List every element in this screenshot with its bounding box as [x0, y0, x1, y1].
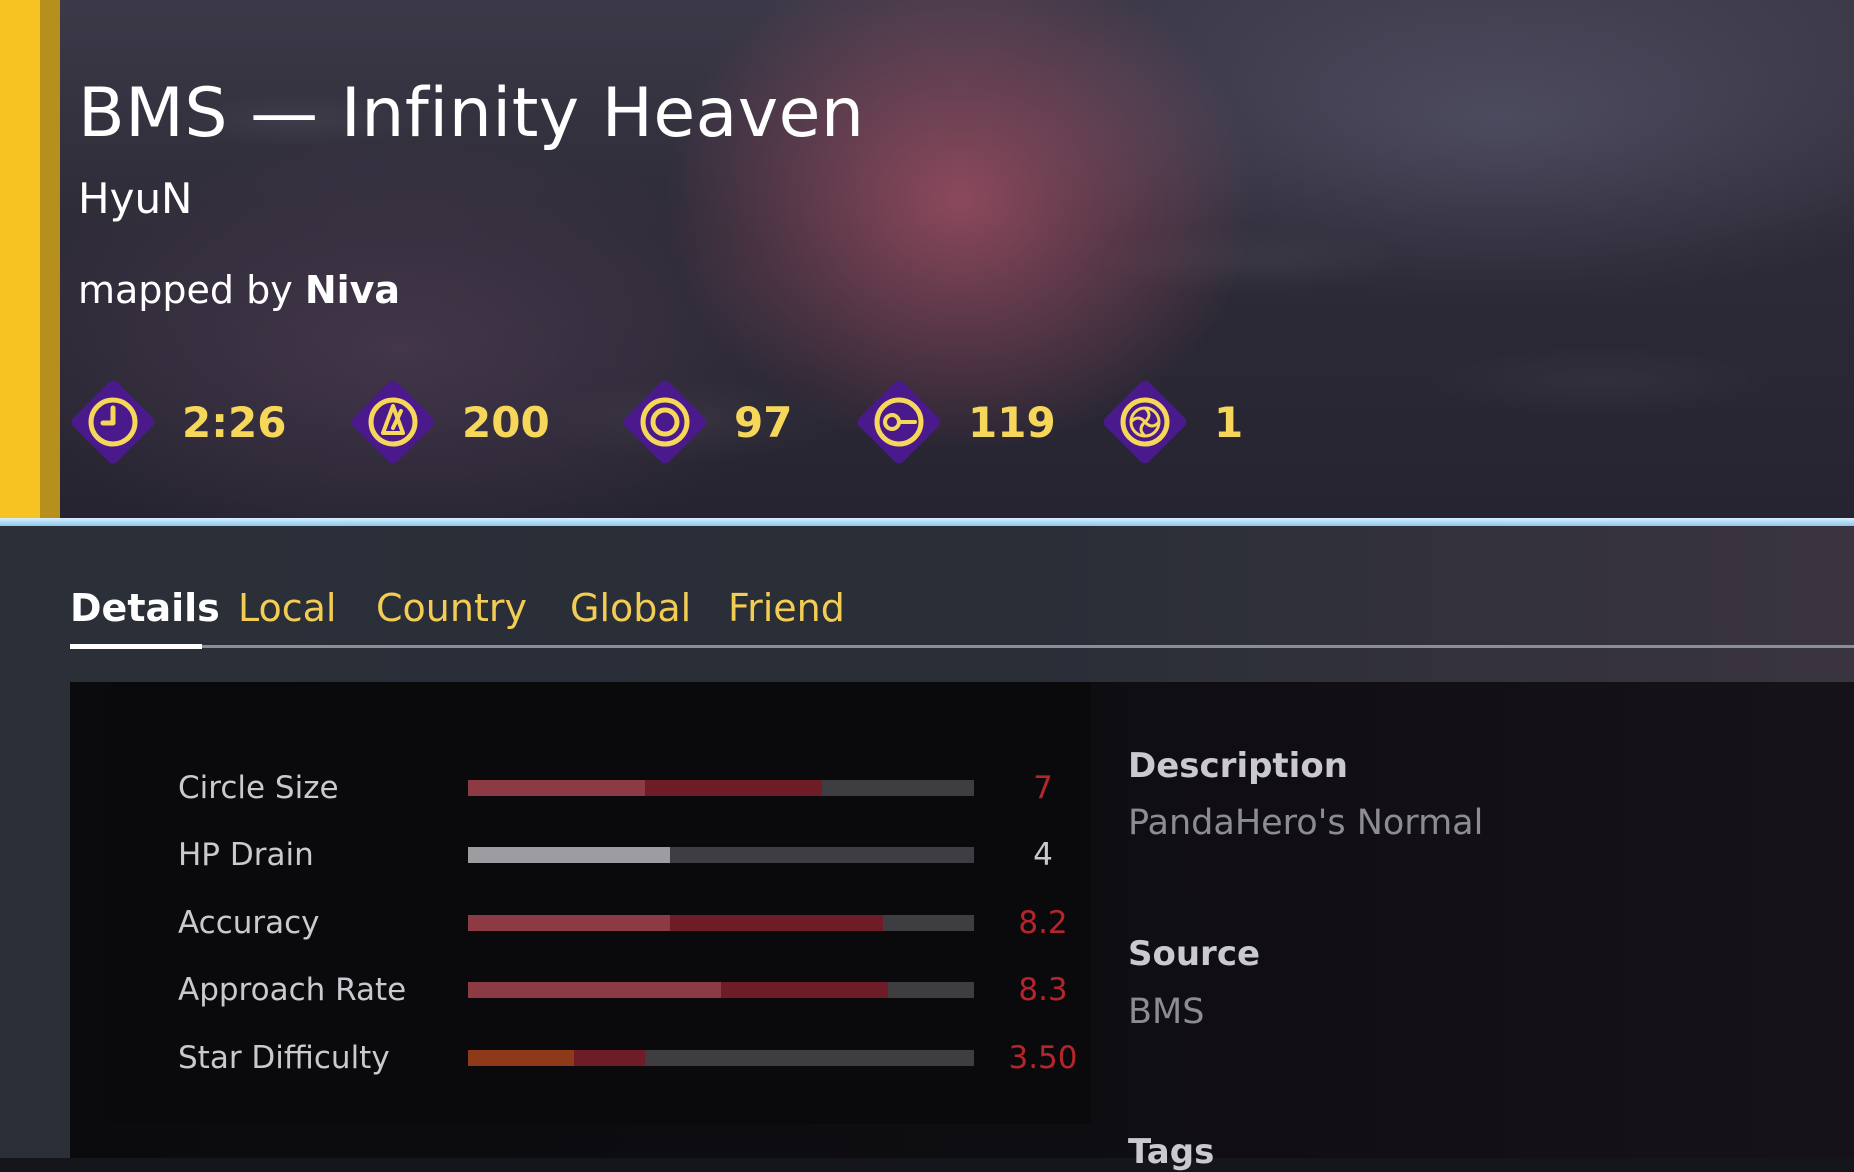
active-tab-underline — [70, 644, 202, 649]
star-difficulty-label: Star Difficulty — [178, 1040, 390, 1076]
tab-details[interactable]: Details — [70, 586, 220, 630]
stat-slider-count: 119 — [852, 375, 1056, 469]
stat-row-accuracy: Accuracy 8.2 — [178, 905, 1078, 945]
tags-label: Tags — [1128, 1132, 1215, 1172]
accuracy-label: Accuracy — [178, 905, 320, 941]
difficulty-accent-shade — [40, 0, 60, 520]
hp-drain-value: 4 — [1033, 837, 1053, 873]
details-panel: Circle Size 7 HP Drain 4 Accuracy 8.2 Ap… — [70, 682, 1854, 1172]
hp-drain-bar-fill — [468, 847, 671, 863]
tabs-baseline — [70, 645, 1854, 648]
tab-global[interactable]: Global — [570, 586, 691, 630]
source-label: Source — [1128, 934, 1261, 974]
difficulty-accent-bar — [0, 0, 40, 520]
spinner-count-icon — [1103, 380, 1187, 464]
star-difficulty-bar — [468, 1050, 974, 1066]
stat-row-approach-rate: Approach Rate 8.3 — [178, 972, 1078, 1012]
source-value: BMS — [1128, 992, 1205, 1032]
beatmap-mapper-line: mapped by Niva — [78, 268, 400, 312]
tab-friend[interactable]: Friend — [728, 586, 845, 630]
approach-rate-bar — [468, 982, 974, 998]
hp-drain-label: HP Drain — [178, 837, 314, 873]
beatmap-title: BMS — Infinity Heaven — [78, 74, 865, 153]
star-difficulty-bar-base — [468, 1050, 575, 1066]
stat-row-star-difficulty: Star Difficulty 3.50 — [178, 1040, 1078, 1080]
tab-country[interactable]: Country — [376, 586, 527, 630]
circle-size-bar-base — [468, 780, 646, 796]
slider-count-icon — [857, 380, 941, 464]
stat-spinner-count: 1 — [1098, 375, 1243, 469]
beatmap-artist: HyuN — [78, 174, 193, 223]
hp-drain-bar — [468, 847, 974, 863]
accuracy-value: 8.2 — [1018, 905, 1068, 941]
stat-circle-count: 97 — [618, 375, 792, 469]
circle-size-bar — [468, 780, 974, 796]
clock-icon — [71, 380, 155, 464]
stat-bpm-value: 200 — [462, 397, 550, 447]
description-label: Description — [1128, 746, 1348, 786]
tab-local[interactable]: Local — [238, 586, 337, 630]
bpm-metronome-icon — [351, 380, 435, 464]
circle-size-label: Circle Size — [178, 770, 339, 806]
stat-spinner-count-value: 1 — [1214, 397, 1244, 447]
stat-row-hp-drain: HP Drain 4 — [178, 837, 1078, 877]
mapped-by-prefix: mapped by — [78, 268, 293, 312]
approach-rate-value: 8.3 — [1018, 972, 1068, 1008]
description-value: PandaHero's Normal — [1128, 803, 1484, 843]
approach-rate-bar-base — [468, 982, 721, 998]
stat-bpm: 200 — [346, 375, 550, 469]
details-area: Details Local Country Global Friend Circ… — [0, 526, 1854, 1172]
stat-row-circle-size: Circle Size 7 — [178, 770, 1078, 810]
circle-size-value: 7 — [1033, 770, 1053, 806]
approach-rate-label: Approach Rate — [178, 972, 407, 1008]
stat-slider-count-value: 119 — [968, 397, 1056, 447]
stat-circle-count-value: 97 — [734, 397, 793, 447]
stat-length-value: 2:26 — [182, 397, 287, 447]
stat-length: 2:26 — [66, 375, 286, 469]
beatmap-header: BMS — Infinity Heaven HyuN mapped by Niv… — [0, 0, 1854, 520]
circle-count-icon — [623, 380, 707, 464]
accuracy-bar — [468, 915, 974, 931]
difficulty-stats-box: Circle Size 7 HP Drain 4 Accuracy 8.2 Ap… — [106, 682, 1091, 1124]
mapper-name: Niva — [304, 268, 401, 312]
star-difficulty-value: 3.50 — [1008, 1040, 1078, 1076]
header-divider — [0, 518, 1854, 526]
accuracy-bar-base — [468, 915, 671, 931]
